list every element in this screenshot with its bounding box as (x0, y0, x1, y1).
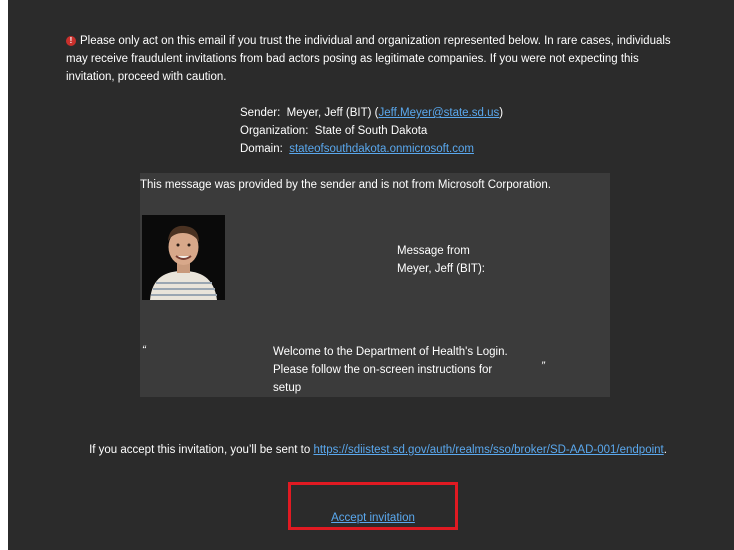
sender-details: Sender: Meyer, Jeff (BIT) (Jeff.Meyer@st… (240, 104, 503, 158)
avatar (142, 215, 225, 300)
open-quote: “ (142, 345, 146, 357)
message-from: Message from Meyer, Jeff (BIT): (397, 242, 527, 278)
domain-label: Domain: (240, 143, 283, 155)
provided-notice: This message was provided by the sender … (140, 179, 551, 191)
redirect-prefix: If you accept this invitation, you’ll be… (89, 444, 311, 456)
accept-redirect-info: If you accept this invitation, you’ll be… (68, 441, 688, 459)
warning-notice: ! Please only act on this email if you tr… (66, 32, 686, 86)
accept-invitation-button[interactable]: Accept invitation (291, 510, 455, 526)
close-quote: ” (541, 361, 545, 373)
error-icon: ! (66, 36, 76, 46)
sender-message-box: This message was provided by the sender … (140, 173, 610, 397)
accept-highlight-box: Accept invitation (288, 482, 458, 530)
redirect-url-link[interactable]: https://sdiistest.sd.gov/auth/realms/sso… (313, 444, 663, 456)
sender-label: Sender: (240, 107, 281, 119)
message-from-sender: Meyer, Jeff (BIT): (397, 263, 485, 275)
domain-link[interactable]: stateofsouthdakota.onmicrosoft.com (289, 143, 474, 155)
domain-line: Domain: stateofsouthdakota.onmicrosoft.c… (240, 140, 503, 158)
warning-text: Please only act on this email if you tru… (66, 35, 671, 83)
organization-line: Organization: State of South Dakota (240, 122, 503, 140)
organization-value: State of South Dakota (314, 125, 428, 137)
sender-email-link[interactable]: Jeff.Meyer@state.sd.us (379, 107, 500, 119)
sender-name: Meyer, Jeff (BIT) (286, 107, 372, 119)
redirect-suffix: . (663, 444, 667, 456)
organization-label: Organization: (240, 125, 309, 137)
welcome-message: Welcome to the Department of Health's Lo… (273, 346, 508, 394)
message-from-line1: Message from (397, 245, 470, 257)
sender-paren-close: ) (499, 107, 504, 119)
sender-line: Sender: Meyer, Jeff (BIT) (Jeff.Meyer@st… (240, 104, 503, 122)
invitation-panel: ! Please only act on this email if you tr… (8, 0, 734, 550)
